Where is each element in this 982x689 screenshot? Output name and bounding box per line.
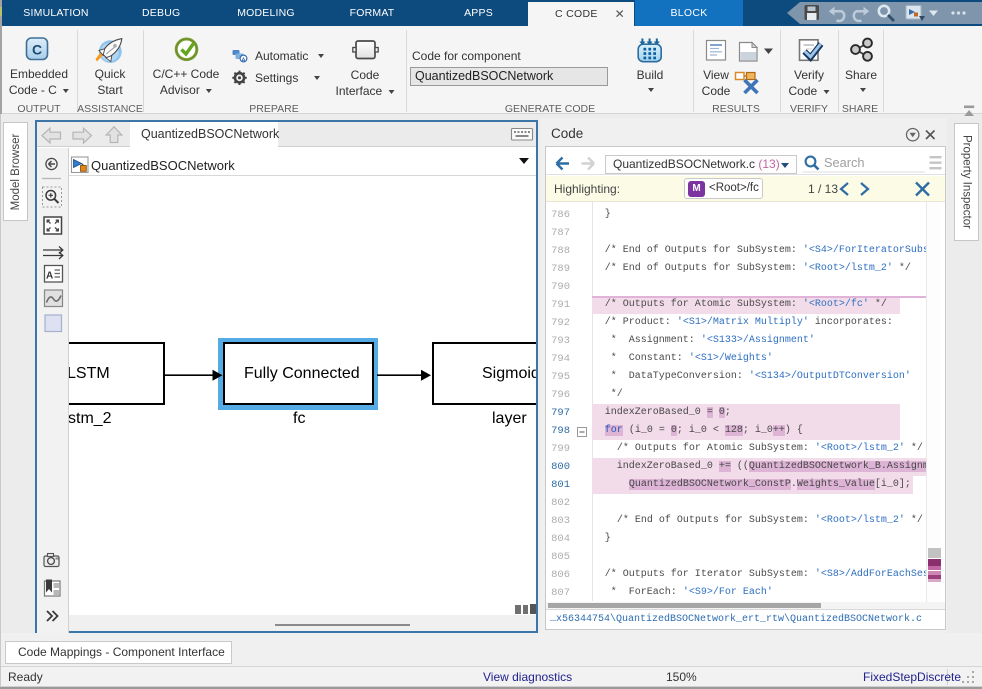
svg-text:A: A bbox=[242, 57, 246, 63]
svg-text:C: C bbox=[32, 42, 42, 58]
svg-text:A: A bbox=[46, 271, 53, 282]
